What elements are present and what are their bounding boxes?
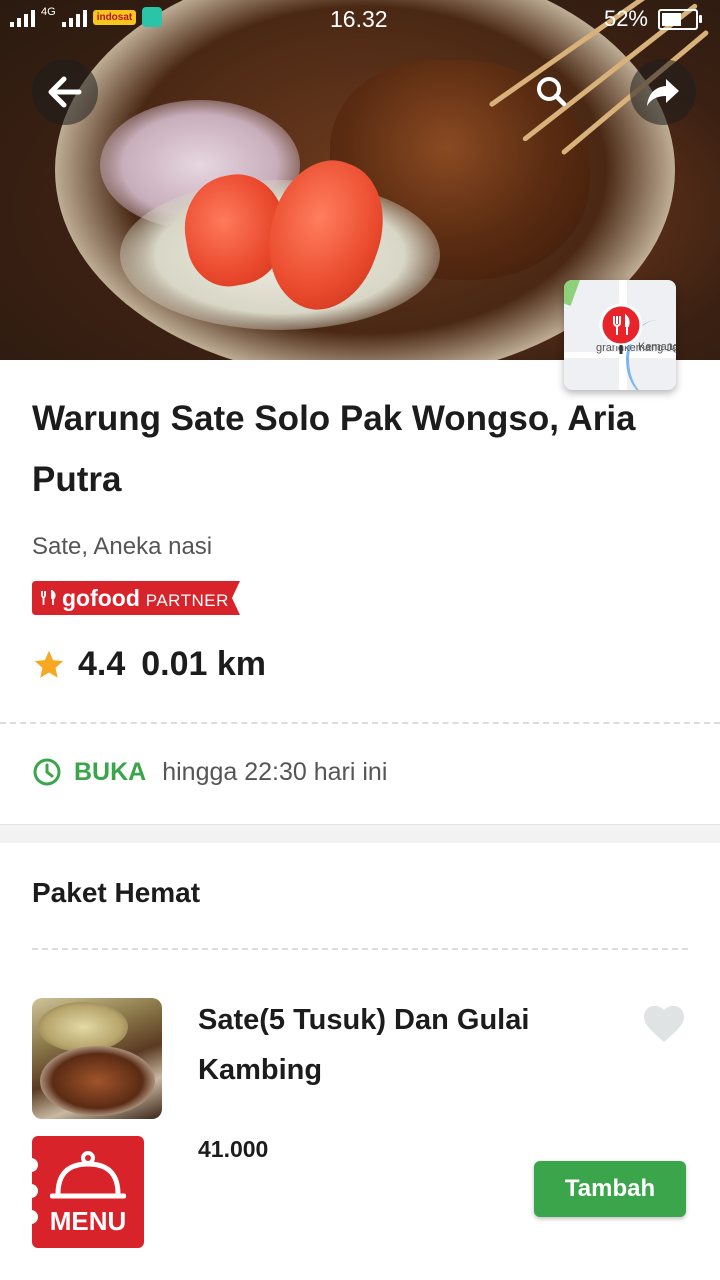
restaurant-cuisine: Sate, Aneka nasi (32, 533, 213, 560)
search-icon (537, 77, 567, 107)
cloche-icon (50, 1151, 126, 1199)
section-title: Paket Hemat (32, 877, 201, 908)
badge-brand: gofood (62, 585, 140, 611)
back-button[interactable] (32, 59, 98, 125)
battery-icon (658, 8, 702, 30)
carrier-logo: indosat (92, 9, 137, 25)
signal-icon (10, 7, 35, 27)
signal-icon-2 (61, 7, 87, 27)
menu-item-name[interactable]: Sate(5 Tusuk) Dan Gulai Kambing (198, 995, 598, 1095)
divider (0, 722, 720, 724)
distance-value: 0.01 km (141, 645, 267, 683)
restaurant-pin-icon (599, 303, 643, 354)
clock: 16.32 (330, 6, 388, 32)
opening-hours: BUKA hingga 22:30 hari ini (32, 757, 387, 787)
arrow-left-icon (48, 76, 82, 108)
badge-partner: PARTNER (145, 591, 229, 610)
rating-value: 4.4 (78, 645, 126, 683)
share-button[interactable] (630, 59, 696, 125)
search-button[interactable] (518, 59, 584, 125)
clock-icon (33, 758, 61, 786)
favorite-heart-icon[interactable] (641, 1002, 687, 1044)
add-item-button[interactable]: Tambah (534, 1161, 686, 1217)
restaurant-name: Warung Sate Solo Pak Wongso, Aria Putra (32, 399, 636, 499)
gofood-partner-badge: gofood PARTNER (32, 581, 240, 615)
app-notification-icon (142, 7, 163, 27)
divider (32, 948, 688, 950)
share-icon (647, 79, 679, 106)
menu-item-image[interactable] (32, 998, 162, 1119)
fork-knife-icon (41, 590, 56, 605)
star-icon (34, 650, 64, 678)
status-bar: 4G indosat 16.32 52% (0, 0, 720, 38)
network-type: 4G (41, 6, 56, 18)
battery-percent: 52% (603, 6, 648, 31)
open-until: hingga 22:30 hari ini (162, 757, 388, 786)
menu-button[interactable]: MENU (24, 1136, 144, 1248)
menu-item-price: 41.000 (198, 1136, 269, 1162)
section-separator (0, 824, 720, 843)
map-thumbnail[interactable]: Kemang grandkemang Ja (564, 280, 676, 390)
menu-button-label: MENU (49, 1206, 127, 1236)
rating-distance-row: 4.4 0.01 km (32, 645, 266, 684)
open-status: BUKA (74, 757, 147, 786)
